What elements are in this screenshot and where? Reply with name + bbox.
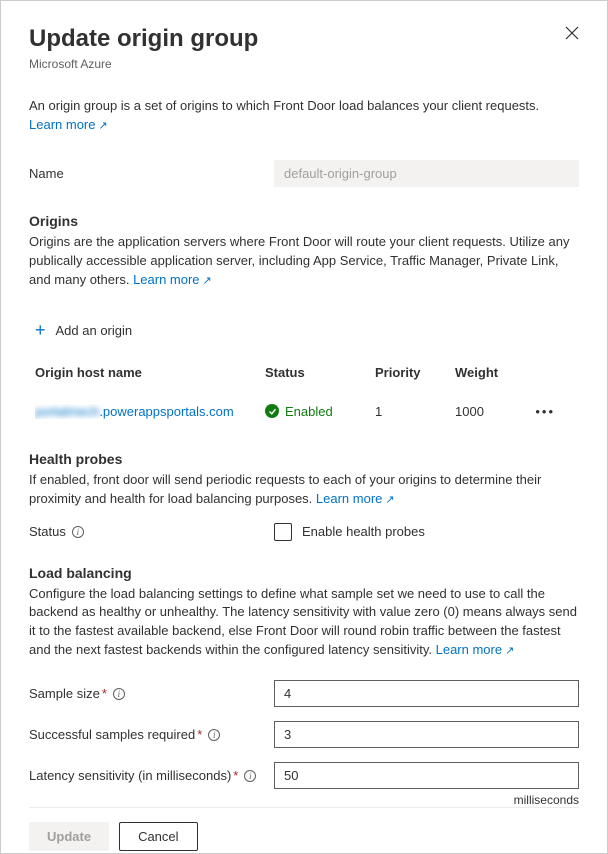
info-icon[interactable]: i: [113, 688, 125, 700]
origin-status: Enabled: [265, 404, 375, 419]
sample-size-label: Sample size: [29, 686, 100, 701]
check-icon: [265, 404, 279, 418]
lb-title: Load balancing: [29, 565, 579, 581]
external-link-icon: ↗: [203, 274, 212, 290]
origins-desc: Origins are the application servers wher…: [29, 233, 579, 290]
origins-learn-more-link[interactable]: Learn more↗: [133, 272, 212, 287]
update-button[interactable]: Update: [29, 822, 109, 851]
col-header-weight: Weight: [455, 365, 525, 380]
health-desc: If enabled, front door will send periodi…: [29, 471, 579, 509]
intro-text: An origin group is a set of origins to w…: [29, 97, 579, 115]
footer-divider: [29, 807, 579, 808]
lb-desc: Configure the load balancing settings to…: [29, 585, 579, 660]
external-link-icon: ↗: [98, 119, 107, 132]
external-link-icon: ↗: [505, 644, 514, 660]
required-indicator: *: [233, 768, 238, 783]
health-title: Health probes: [29, 451, 579, 467]
enable-health-probes-checkbox[interactable]: [274, 523, 292, 541]
success-samples-label: Successful samples required: [29, 727, 195, 742]
panel-title: Update origin group: [29, 25, 258, 53]
origins-title: Origins: [29, 213, 579, 229]
cancel-button[interactable]: Cancel: [119, 822, 197, 851]
origin-weight: 1000: [455, 404, 525, 419]
plus-icon: +: [35, 320, 46, 341]
origin-host-link[interactable]: portalmech.powerappsportals.com: [35, 404, 265, 419]
lb-learn-more-link[interactable]: Learn more↗: [436, 642, 515, 657]
origin-row-actions[interactable]: •••: [525, 404, 555, 419]
origins-table-header: Origin host name Status Priority Weight: [29, 357, 579, 388]
col-header-status: Status: [265, 365, 375, 380]
health-learn-more-link[interactable]: Learn more↗: [316, 491, 395, 506]
success-samples-input[interactable]: [274, 721, 579, 748]
name-label: Name: [29, 166, 274, 181]
close-icon[interactable]: [565, 25, 579, 43]
info-icon[interactable]: i: [72, 526, 84, 538]
add-origin-label: Add an origin: [56, 323, 133, 338]
info-icon[interactable]: i: [244, 770, 256, 782]
enable-health-probes-label: Enable health probes: [302, 524, 425, 539]
latency-suffix: milliseconds: [29, 793, 579, 807]
required-indicator: *: [102, 686, 107, 701]
origin-table-row: portalmech.powerappsportals.com Enabled …: [29, 396, 579, 427]
origin-priority: 1: [375, 404, 455, 419]
col-header-host: Origin host name: [35, 365, 265, 380]
intro-learn-more-link[interactable]: Learn more↗: [29, 117, 108, 132]
external-link-icon: ↗: [385, 493, 394, 509]
sample-size-input[interactable]: [274, 680, 579, 707]
info-icon[interactable]: i: [208, 729, 220, 741]
latency-label: Latency sensitivity (in milliseconds): [29, 768, 231, 783]
add-origin-button[interactable]: + Add an origin: [35, 320, 579, 341]
health-status-label: Status: [29, 524, 66, 539]
col-header-priority: Priority: [375, 365, 455, 380]
panel-subtitle: Microsoft Azure: [29, 57, 579, 71]
required-indicator: *: [197, 727, 202, 742]
latency-input[interactable]: [274, 762, 579, 789]
name-input: [274, 160, 579, 187]
